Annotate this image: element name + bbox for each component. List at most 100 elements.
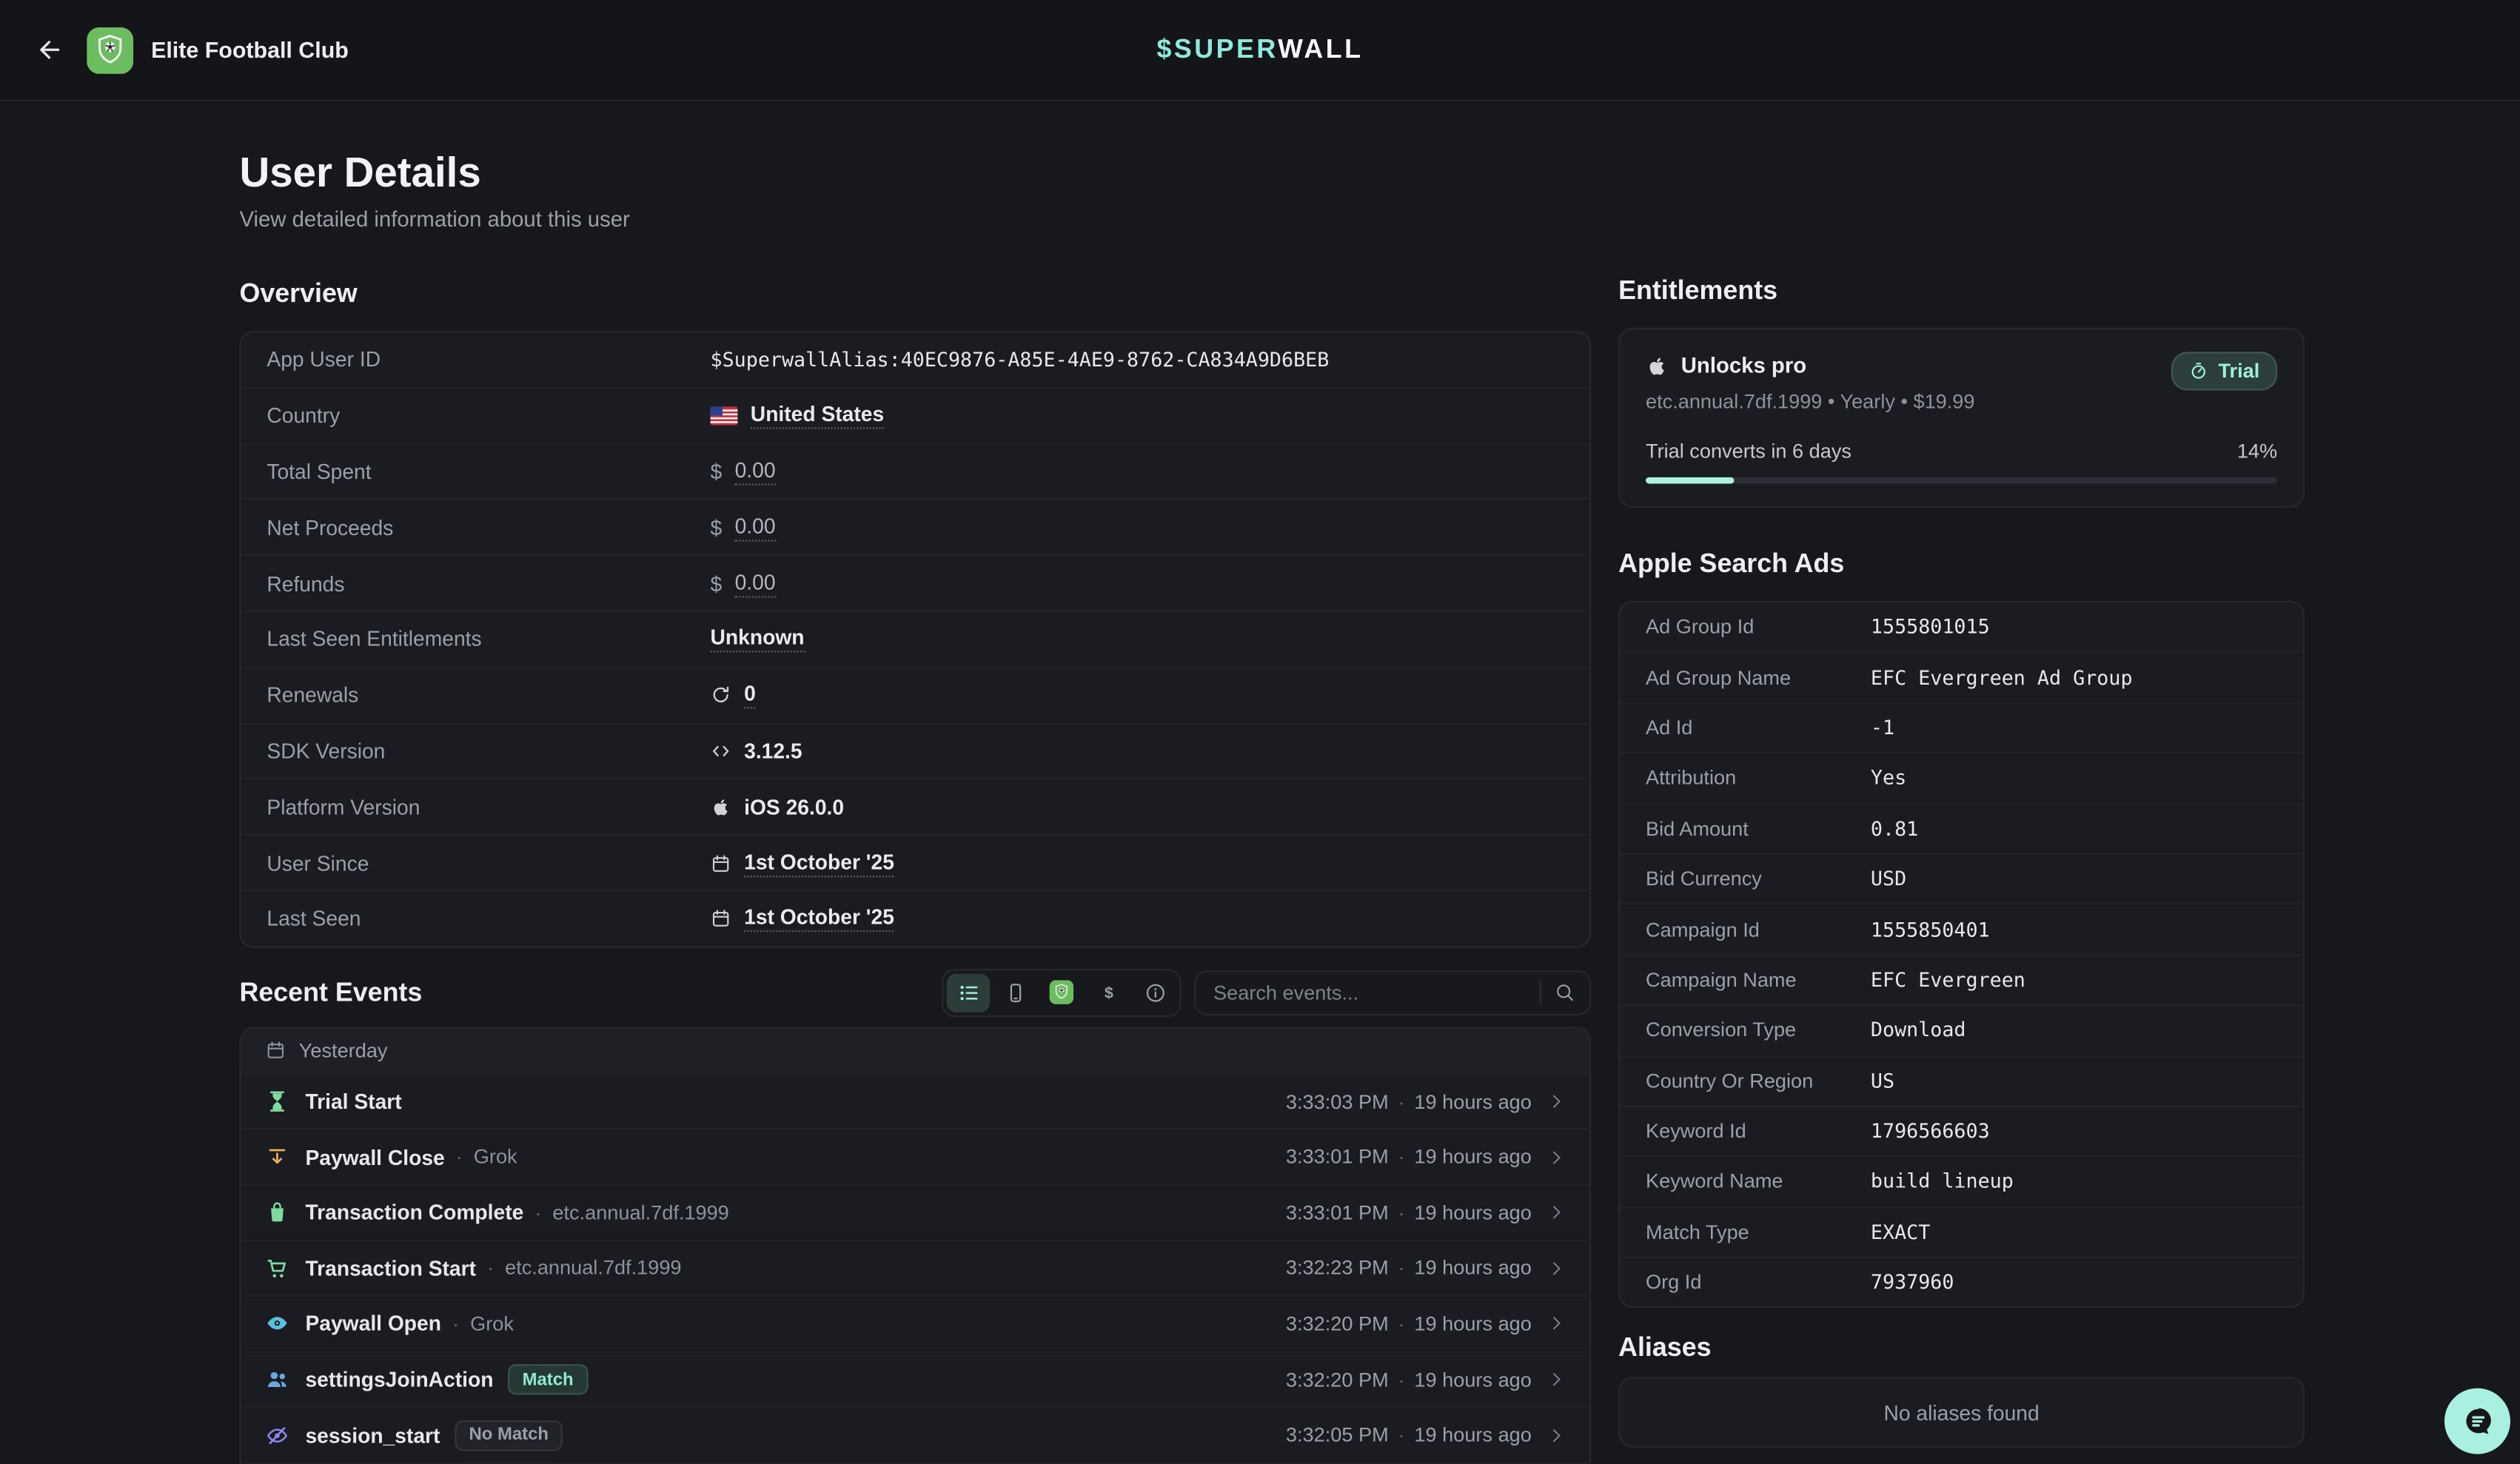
events-search[interactable]	[1194, 970, 1591, 1015]
separator-dot: ·	[452, 1312, 459, 1334]
apple-search-ads-heading: Apple Search Ads	[1618, 546, 2305, 582]
field-label: Last Seen	[267, 907, 710, 931]
filter-phone-button[interactable]	[993, 973, 1037, 1012]
entitlement-name: Unlocks pro	[1681, 352, 1806, 380]
main-content: User Details View detailed information a…	[0, 101, 2520, 1464]
apple-icon	[1646, 355, 1668, 377]
event-time: 3:32:20 PM	[1286, 1369, 1389, 1391]
calendar-icon	[711, 908, 731, 929]
currency-symbol: $	[711, 571, 723, 596]
trial-badge-label: Trial	[2218, 360, 2259, 382]
aliases-card: No aliases found	[1618, 1377, 2305, 1448]
event-subtitle: etc.annual.7df.1999	[505, 1257, 681, 1279]
event-ago: 19 hours ago	[1414, 1312, 1531, 1334]
field-value: EFC Evergreen Ad Group	[1871, 666, 2133, 688]
event-row[interactable]: Transaction Complete·etc.annual.7df.1999…	[241, 1184, 1589, 1240]
overview-row: Renewals0	[241, 666, 1589, 722]
filter-info-button[interactable]	[1133, 973, 1176, 1012]
field-value: 1555850401	[1871, 919, 1990, 941]
overview-row: Platform VersioniOS 26.0.0	[241, 779, 1589, 835]
app-logo-icon	[87, 27, 133, 73]
event-timestamp: 3:32:23 PM·19 hours ago	[1286, 1257, 1566, 1279]
refresh-icon	[711, 685, 731, 705]
filter-list-button[interactable]	[947, 973, 991, 1012]
field-label: Refunds	[267, 571, 710, 596]
field-value: 1796566603	[1871, 1120, 1990, 1142]
field-label: Platform Version	[267, 795, 710, 819]
asa-row: Match TypeEXACT	[1620, 1206, 2303, 1257]
event-name: settingsJoinAction	[305, 1368, 493, 1392]
field-value: $0.00	[711, 514, 776, 541]
back-button[interactable]	[36, 36, 64, 64]
event-row[interactable]: settingsJoinActionMatch3:32:20 PM·19 hou…	[241, 1351, 1589, 1406]
field-label: Keyword Name	[1646, 1170, 1871, 1192]
tray-arrow-down-icon	[265, 1145, 289, 1169]
event-ago: 19 hours ago	[1414, 1201, 1531, 1223]
event-time: 3:33:01 PM	[1286, 1201, 1389, 1223]
trial-progress-labels: Trial converts in 6 days 14%	[1646, 439, 2277, 466]
event-row[interactable]: session_startNo Match3:32:05 PM·19 hours…	[241, 1406, 1589, 1462]
search-icon	[1554, 982, 1575, 1003]
currency-symbol: $	[711, 515, 723, 540]
entitlement-details: etc.annual.7df.1999 • Yearly • $19.99	[1646, 389, 1974, 416]
event-row[interactable]: Transaction Start·etc.annual.7df.19993:3…	[241, 1240, 1589, 1295]
hourglass-icon	[265, 1089, 289, 1114]
asa-row: Campaign NameEFC Evergreen	[1620, 954, 2303, 1004]
asa-row: Conversion TypeDownload	[1620, 1004, 2303, 1055]
filter-soccer-app-button[interactable]	[1040, 973, 1084, 1012]
event-row[interactable]: Paywall Close·Grok3:33:01 PM·19 hours ag…	[241, 1129, 1589, 1184]
field-label: Bid Currency	[1646, 868, 1871, 890]
field-label: Country	[267, 403, 710, 428]
entitlements-heading: Entitlements	[1618, 273, 2305, 309]
event-ago: 19 hours ago	[1414, 1257, 1531, 1279]
event-time: 3:32:20 PM	[1286, 1312, 1389, 1334]
event-match-badge: No Match	[455, 1420, 563, 1450]
top-bar: Elite Football Club $SUPERWALL	[0, 0, 2520, 101]
chat-fab[interactable]	[2444, 1389, 2510, 1454]
trial-percent: 14%	[2237, 439, 2277, 466]
separator-dot: ·	[487, 1257, 494, 1279]
field-value-text: 0.00	[735, 570, 776, 597]
calendar-icon	[711, 853, 731, 873]
event-match-badge: Match	[508, 1364, 588, 1394]
field-value-text: 0.00	[735, 458, 776, 486]
overview-row: CountryUnited States	[241, 387, 1589, 443]
event-timestamp: 3:32:05 PM·19 hours ago	[1286, 1424, 1566, 1446]
chevron-right-icon[interactable]	[1548, 1204, 1566, 1222]
filter-dollar-button[interactable]: $	[1087, 973, 1130, 1012]
field-value-text: 1st October '25	[744, 905, 894, 933]
field-label: Keyword Id	[1646, 1120, 1871, 1142]
field-value: USD	[1871, 868, 1906, 890]
chevron-right-icon[interactable]	[1548, 1260, 1566, 1277]
events-search-input[interactable]	[1210, 980, 1527, 1006]
field-value: US	[1871, 1070, 1894, 1092]
bag-icon	[265, 1201, 289, 1225]
chevron-right-icon[interactable]	[1548, 1315, 1566, 1333]
page-title: User Details	[239, 144, 1591, 199]
chevron-right-icon[interactable]	[1548, 1371, 1566, 1389]
entitlement-card: Unlocks pro etc.annual.7df.1999 • Yearly…	[1618, 328, 2305, 508]
overview-row: Refunds$0.00	[241, 554, 1589, 611]
asa-row: Bid CurrencyUSD	[1620, 853, 2303, 904]
overview-row: App User ID$SuperwallAlias:40EC9876-A85E…	[241, 332, 1589, 386]
apple-search-ads-card: Ad Group Id1555801015Ad Group NameEFC Ev…	[1618, 601, 2305, 1309]
separator-dot: ·	[1398, 1257, 1405, 1279]
field-value: $0.00	[711, 570, 776, 597]
field-value: Download	[1871, 1019, 1966, 1041]
event-row[interactable]: Paywall Open·Grok3:32:20 PM·19 hours ago	[241, 1295, 1589, 1351]
asa-row: Keyword Namebuild lineup	[1620, 1156, 2303, 1206]
event-row[interactable]: Trial Start3:33:03 PM·19 hours ago	[241, 1073, 1589, 1129]
event-subtitle: Grok	[470, 1312, 514, 1334]
field-label: Ad Group Id	[1646, 616, 1871, 638]
chevron-right-icon[interactable]	[1548, 1426, 1566, 1444]
trial-status-text: Trial converts in 6 days	[1646, 439, 1852, 466]
search-divider	[1540, 981, 1541, 1005]
overview-row: Last Seen EntitlementsUnknown	[241, 611, 1589, 667]
field-value: $0.00	[711, 458, 776, 486]
eye-off-icon	[265, 1423, 289, 1448]
chevron-right-icon[interactable]	[1548, 1148, 1566, 1166]
overview-row: Net Proceeds$0.00	[241, 499, 1589, 555]
code-icon	[711, 741, 731, 762]
chevron-right-icon[interactable]	[1548, 1092, 1566, 1110]
entitlement-name-row: Unlocks pro	[1646, 352, 1974, 380]
